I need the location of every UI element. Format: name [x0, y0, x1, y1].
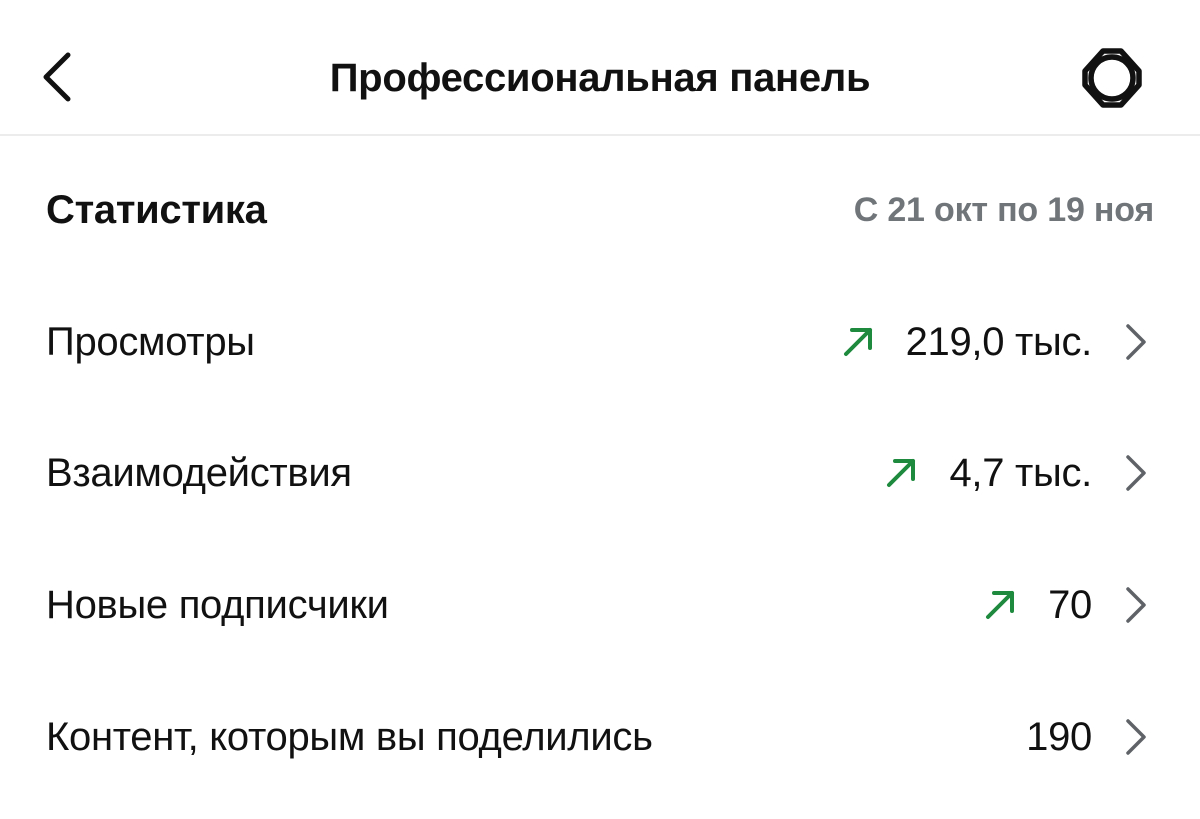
- stat-row-views[interactable]: Просмотры 219,0 тыс.: [0, 287, 1200, 397]
- stat-value: 4,7 тыс.: [949, 450, 1092, 495]
- stat-row-shared-content[interactable]: Контент, которым вы поделились 190: [0, 682, 1200, 792]
- stat-row-new-followers[interactable]: Новые подписчики 70: [0, 550, 1200, 660]
- stat-label: Контент, которым вы поделились: [46, 714, 653, 759]
- stat-value: 70: [1048, 582, 1092, 627]
- stat-value: 190: [1026, 714, 1092, 759]
- date-range[interactable]: С 21 окт по 19 ноя: [854, 191, 1154, 230]
- stat-value-group: 4,7 тыс.: [883, 451, 1092, 496]
- stat-label: Просмотры: [46, 319, 255, 364]
- top-bar: Профессиональная панель: [0, 0, 1200, 136]
- stat-value-group: 219,0 тыс.: [840, 320, 1092, 365]
- chevron-right-icon: [1118, 451, 1154, 495]
- chevron-right-icon: [1118, 583, 1154, 627]
- chevron-right-icon: [1118, 320, 1154, 364]
- trend-up-icon: [982, 587, 1018, 623]
- stat-label: Новые подписчики: [46, 582, 389, 627]
- gear-icon: [1082, 48, 1142, 108]
- stat-row-interactions[interactable]: Взаимодействия 4,7 тыс.: [0, 418, 1200, 528]
- section-title: Статистика: [46, 187, 267, 232]
- page-title: Профессиональная панель: [329, 56, 871, 100]
- statistics-header: Статистика С 21 окт по 19 ноя: [46, 180, 1154, 240]
- trend-up-icon: [883, 455, 919, 491]
- stat-value-group: 70: [982, 583, 1092, 628]
- chevron-right-icon: [1118, 715, 1154, 759]
- stat-value: 219,0 тыс.: [905, 319, 1093, 364]
- settings-button[interactable]: [1074, 44, 1150, 112]
- stat-label: Взаимодействия: [46, 450, 352, 495]
- trend-up-icon: [840, 324, 876, 360]
- stat-value-group: 190: [1026, 715, 1092, 760]
